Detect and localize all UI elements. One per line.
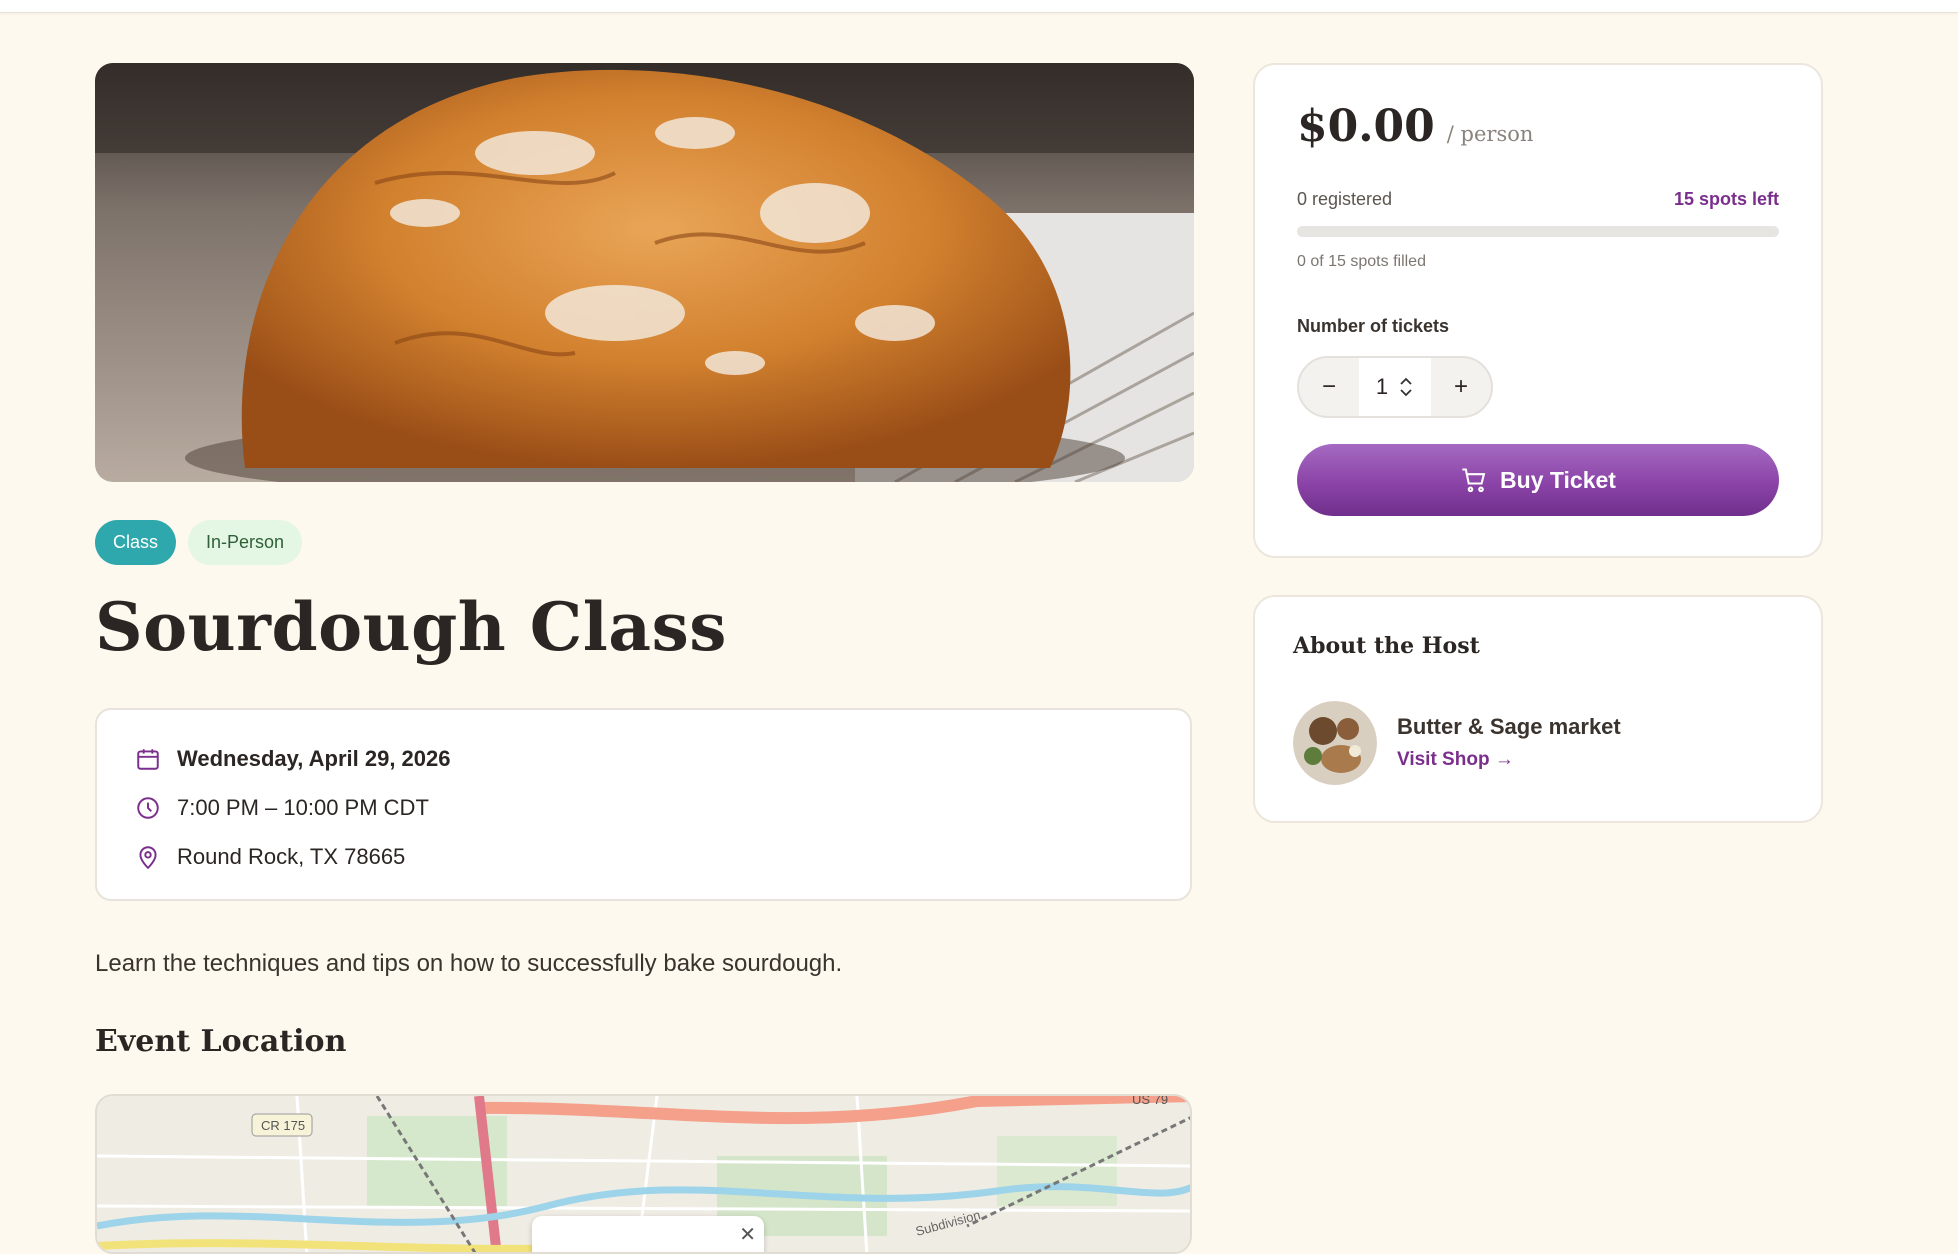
plus-icon: +	[1453, 373, 1468, 400]
ticket-quantity-label: Number of tickets	[1297, 316, 1450, 336]
minus-icon: −	[1321, 373, 1336, 400]
cart-icon	[1462, 468, 1486, 493]
event-description: Learn the techniques and tips on how to …	[95, 950, 843, 977]
quantity-input[interactable]: 1	[1359, 358, 1431, 416]
map-pin-icon	[139, 846, 157, 870]
price-unit: / person	[1446, 122, 1534, 146]
event-location-heading: Event Location	[95, 1024, 347, 1059]
map-popup: ✕	[532, 1216, 764, 1252]
event-date-row: Wednesday, April 29, 2026	[135, 746, 451, 772]
clock-icon	[137, 797, 159, 819]
ticket-price: $0.00	[1297, 101, 1435, 152]
map-label-cr175: CR 175	[261, 1118, 305, 1133]
quantity-value: 1	[1375, 374, 1389, 399]
buy-ticket-button[interactable]: Buy Ticket	[1297, 444, 1779, 516]
buy-ticket-label: Buy Ticket	[1500, 466, 1616, 493]
registered-count: 0 registered	[1297, 189, 1393, 209]
event-date: Wednesday, April 29, 2026	[177, 746, 451, 771]
event-details-card: Wednesday, April 29, 2026 7:00 PM – 10:0…	[95, 708, 1192, 901]
map-label-us79: US 79	[1132, 1096, 1168, 1107]
event-location-map[interactable]: CR 175 US 79 Subdivision ✕	[95, 1094, 1192, 1254]
spinner-icon[interactable]	[1398, 374, 1414, 400]
event-time-row: 7:00 PM – 10:00 PM CDT	[135, 795, 429, 821]
event-tags: Class In-Person	[95, 520, 303, 565]
event-time: 7:00 PM – 10:00 PM CDT	[177, 795, 429, 820]
top-navigation-bar	[0, 0, 1958, 13]
calendar-icon	[137, 749, 159, 770]
price-block: $0.00 / person	[1297, 101, 1533, 152]
quantity-stepper: − 1 +	[1297, 356, 1493, 418]
event-location: Round Rock, TX 78665	[177, 844, 406, 869]
event-location-row: Round Rock, TX 78665	[135, 844, 405, 870]
ticket-card: $0.00 / person 0 registered 15 spots lef…	[1253, 63, 1823, 558]
host-avatar[interactable]	[1293, 701, 1377, 785]
host-heading: About the Host	[1293, 633, 1480, 659]
increment-button[interactable]: +	[1431, 358, 1491, 416]
close-icon[interactable]: ✕	[739, 1222, 756, 1247]
event-title: Sourdough Class	[95, 588, 727, 666]
capacity-progress-bar	[1297, 226, 1779, 237]
tag-class[interactable]: Class	[95, 520, 177, 565]
event-hero-image	[95, 63, 1194, 482]
decrement-button[interactable]: −	[1299, 358, 1359, 416]
host-name[interactable]: Butter & Sage market	[1397, 714, 1621, 740]
host-card: About the Host Butter & Sage market Visi…	[1253, 595, 1823, 823]
spots-left: 15 spots left	[1673, 189, 1779, 209]
tag-in-person[interactable]: In-Person	[188, 520, 303, 565]
visit-shop-link[interactable]: Visit Shop →	[1397, 749, 1514, 771]
spots-filled-text: 0 of 15 spots filled	[1297, 253, 1426, 270]
